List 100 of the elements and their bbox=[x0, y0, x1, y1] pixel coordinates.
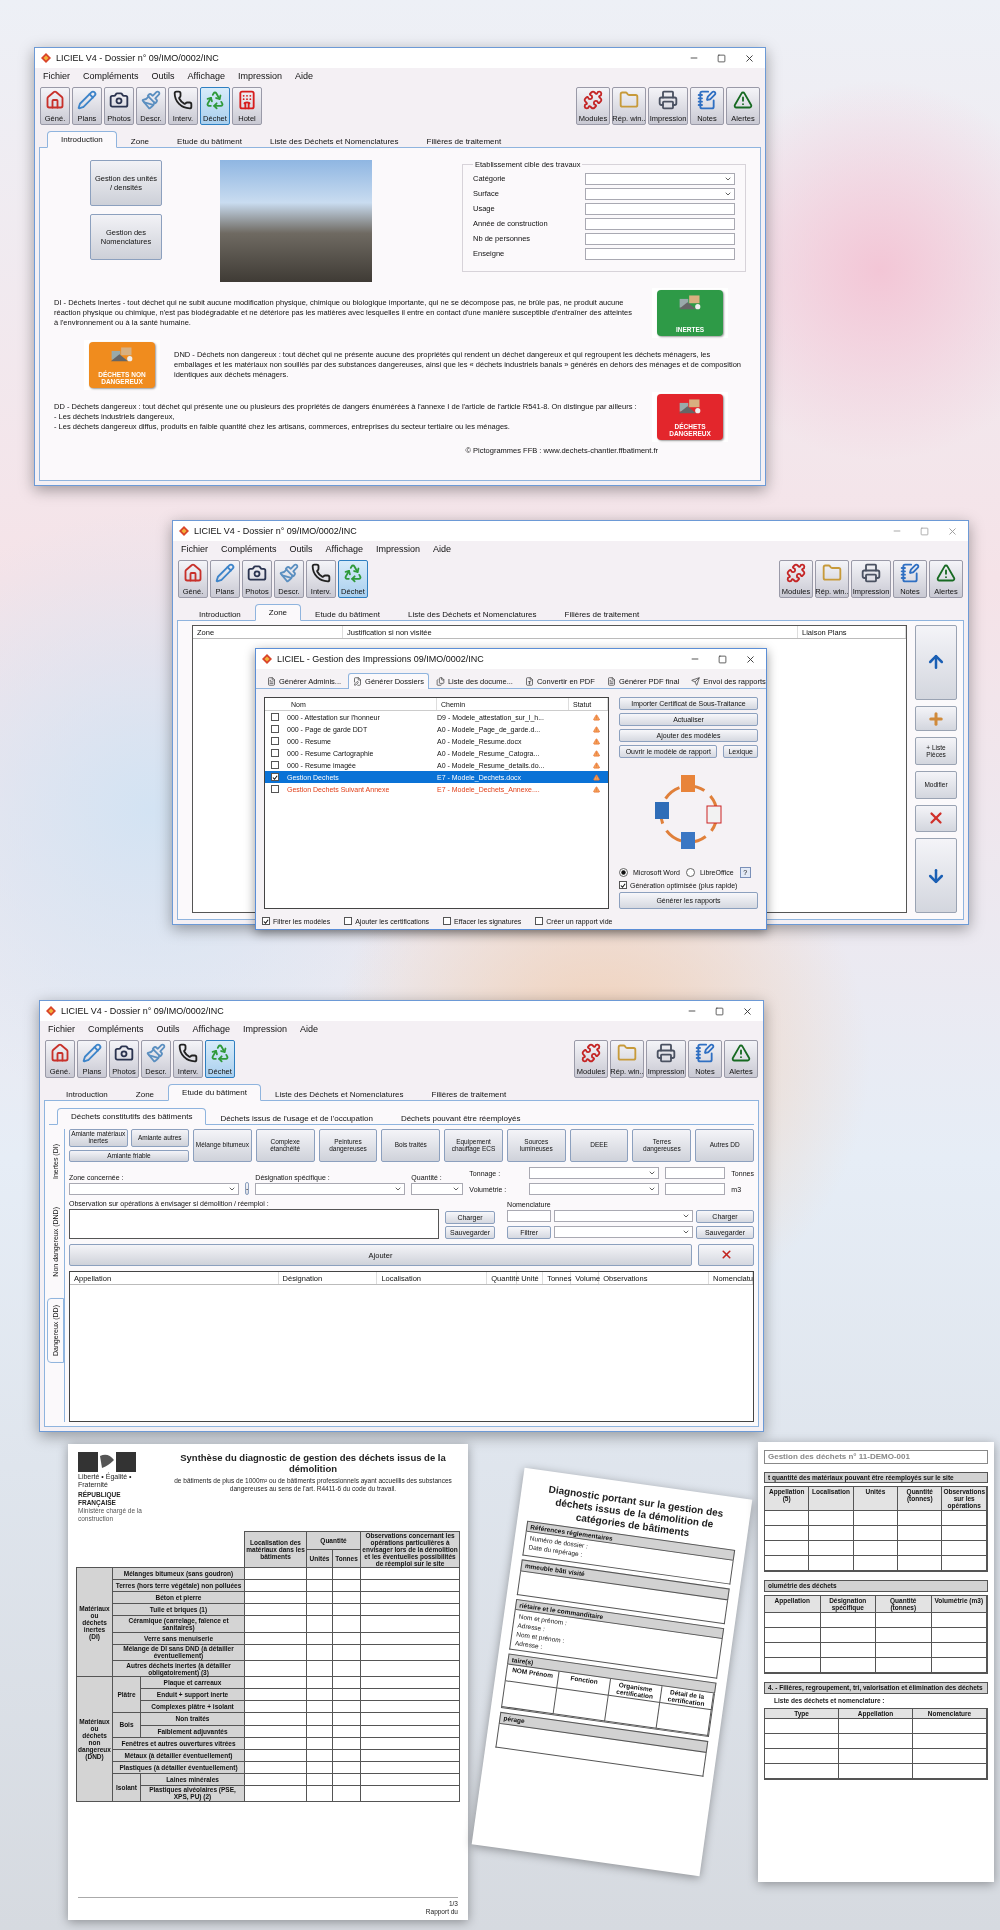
icon-button[interactable] bbox=[915, 625, 957, 700]
maximize-icon[interactable] bbox=[718, 654, 727, 664]
warning-icon bbox=[593, 737, 600, 745]
tab[interactable]: Filières de traitement bbox=[417, 1086, 521, 1101]
tab[interactable]: Zone bbox=[121, 1086, 169, 1101]
chevron-down-icon bbox=[228, 1185, 236, 1193]
tab[interactable]: Introduction bbox=[47, 131, 117, 148]
checkbox[interactable] bbox=[344, 917, 353, 925]
dropdown-field[interactable] bbox=[585, 172, 735, 185]
tab[interactable]: Filières de traitement bbox=[412, 133, 516, 148]
printer-icon bbox=[658, 90, 678, 110]
icon-button[interactable] bbox=[915, 705, 957, 732]
menu-item[interactable]: Outils bbox=[151, 71, 175, 81]
phone-icon bbox=[173, 90, 193, 110]
table-cell bbox=[244, 1773, 307, 1786]
tab[interactable]: Filières de traitement bbox=[550, 606, 654, 621]
close-icon[interactable] bbox=[745, 653, 756, 665]
checkbox[interactable] bbox=[271, 737, 279, 745]
table-cell bbox=[306, 1737, 333, 1750]
input-field[interactable] bbox=[507, 1210, 552, 1222]
tab[interactable]: Etude du bâtiment bbox=[301, 606, 394, 621]
close-icon[interactable] bbox=[744, 52, 755, 64]
tab[interactable]: Liste des Déchets et Nomenclatures bbox=[394, 606, 551, 621]
checkbox[interactable] bbox=[271, 725, 279, 733]
menu-item[interactable]: Compléments bbox=[83, 71, 139, 81]
menu-item[interactable]: Impression bbox=[375, 544, 420, 554]
menu-item[interactable]: Fichier bbox=[48, 1024, 75, 1034]
input-field[interactable] bbox=[585, 232, 735, 245]
table-cell bbox=[332, 1785, 361, 1802]
icon-button[interactable] bbox=[915, 804, 957, 833]
menu-item[interactable]: Compléments bbox=[88, 1024, 144, 1034]
table-cell bbox=[876, 1628, 932, 1644]
input-field[interactable] bbox=[665, 1167, 726, 1179]
dropdown-field[interactable] bbox=[529, 1183, 660, 1195]
table-cell bbox=[244, 1567, 307, 1580]
input-field[interactable] bbox=[585, 202, 735, 215]
menu-item[interactable]: Affichage bbox=[325, 544, 363, 554]
checkbox[interactable] bbox=[271, 785, 279, 793]
close-icon[interactable] bbox=[742, 1005, 753, 1017]
menu-item[interactable]: Fichier bbox=[43, 71, 70, 81]
warning-icon bbox=[593, 749, 600, 757]
table-cell bbox=[820, 1643, 876, 1659]
tab[interactable]: Introduction bbox=[52, 1086, 122, 1101]
menu-item[interactable]: Aide bbox=[432, 544, 451, 554]
input-field[interactable] bbox=[665, 1183, 726, 1195]
input-field[interactable] bbox=[585, 217, 735, 230]
checkbox[interactable] bbox=[262, 917, 270, 925]
emblem-logo-drawing bbox=[78, 1452, 136, 1472]
table-cell bbox=[853, 1511, 899, 1527]
dropdown-field[interactable] bbox=[255, 1183, 406, 1195]
radio-button[interactable] bbox=[619, 868, 628, 877]
dropdown-field[interactable] bbox=[554, 1226, 693, 1238]
window-title: LICIEL V4 - Dossier n° 09/IMO/0002/INC bbox=[61, 1006, 225, 1016]
checkbox[interactable] bbox=[271, 749, 279, 757]
checkbox[interactable] bbox=[271, 761, 279, 769]
checkbox[interactable] bbox=[619, 881, 627, 889]
tab[interactable]: Déchets issus de l'usage et de l'occupation bbox=[206, 1110, 387, 1125]
maximize-icon[interactable] bbox=[715, 1006, 724, 1016]
tab[interactable]: Etude du bâtiment bbox=[163, 133, 256, 148]
table-cell bbox=[306, 1749, 333, 1762]
input-field[interactable] bbox=[585, 247, 735, 260]
menu-item[interactable]: Affichage bbox=[187, 71, 225, 81]
table-cell bbox=[306, 1603, 333, 1616]
icon-button[interactable] bbox=[915, 838, 957, 913]
tab[interactable]: Zone bbox=[116, 133, 164, 148]
tab[interactable]: Déchets constitutifs des bâtiments bbox=[57, 1108, 207, 1125]
maximize-icon[interactable] bbox=[920, 526, 929, 536]
pencil-icon bbox=[215, 563, 235, 583]
checkbox[interactable] bbox=[271, 773, 279, 781]
dropdown-field[interactable] bbox=[69, 1183, 239, 1195]
checkbox[interactable] bbox=[271, 713, 279, 721]
maximize-icon[interactable] bbox=[717, 53, 726, 63]
text-area[interactable] bbox=[69, 1209, 439, 1239]
menu-item[interactable]: Affichage bbox=[192, 1024, 230, 1034]
dropdown-field[interactable] bbox=[554, 1210, 693, 1222]
tab[interactable]: Liste des Déchets et Nomenclatures bbox=[261, 1086, 418, 1101]
delete-button[interactable] bbox=[698, 1244, 754, 1266]
checkbox[interactable] bbox=[535, 917, 544, 925]
menu-item[interactable]: Aide bbox=[299, 1024, 318, 1034]
dropdown-field[interactable] bbox=[585, 187, 735, 200]
menu-item[interactable]: Fichier bbox=[181, 544, 208, 554]
menu-item[interactable]: Aide bbox=[294, 71, 313, 81]
tab[interactable]: Zone bbox=[254, 604, 302, 621]
brush-icon bbox=[146, 1043, 166, 1063]
tab[interactable]: Etude du bâtiment bbox=[168, 1084, 261, 1101]
menu-item[interactable]: Compléments bbox=[221, 544, 277, 554]
dropdown-field[interactable] bbox=[529, 1167, 660, 1179]
tab[interactable]: Déchets pouvant être réemployés bbox=[386, 1110, 535, 1125]
tab[interactable]: Introduction bbox=[185, 606, 255, 621]
checkbox[interactable] bbox=[443, 917, 452, 925]
file-type-icon bbox=[524, 677, 534, 686]
menu-item[interactable]: Outils bbox=[156, 1024, 180, 1034]
dropdown-field[interactable] bbox=[411, 1183, 464, 1195]
window-title: LICIEL V4 - Dossier n° 09/IMO/0002/INC bbox=[56, 53, 220, 63]
menu-item[interactable]: Outils bbox=[289, 544, 313, 554]
menu-item[interactable]: Impression bbox=[237, 71, 282, 81]
tab[interactable]: Liste des Déchets et Nomenclatures bbox=[256, 133, 413, 148]
radio-button[interactable] bbox=[685, 868, 695, 877]
phone-icon bbox=[178, 1043, 198, 1063]
menu-item[interactable]: Impression bbox=[242, 1024, 287, 1034]
